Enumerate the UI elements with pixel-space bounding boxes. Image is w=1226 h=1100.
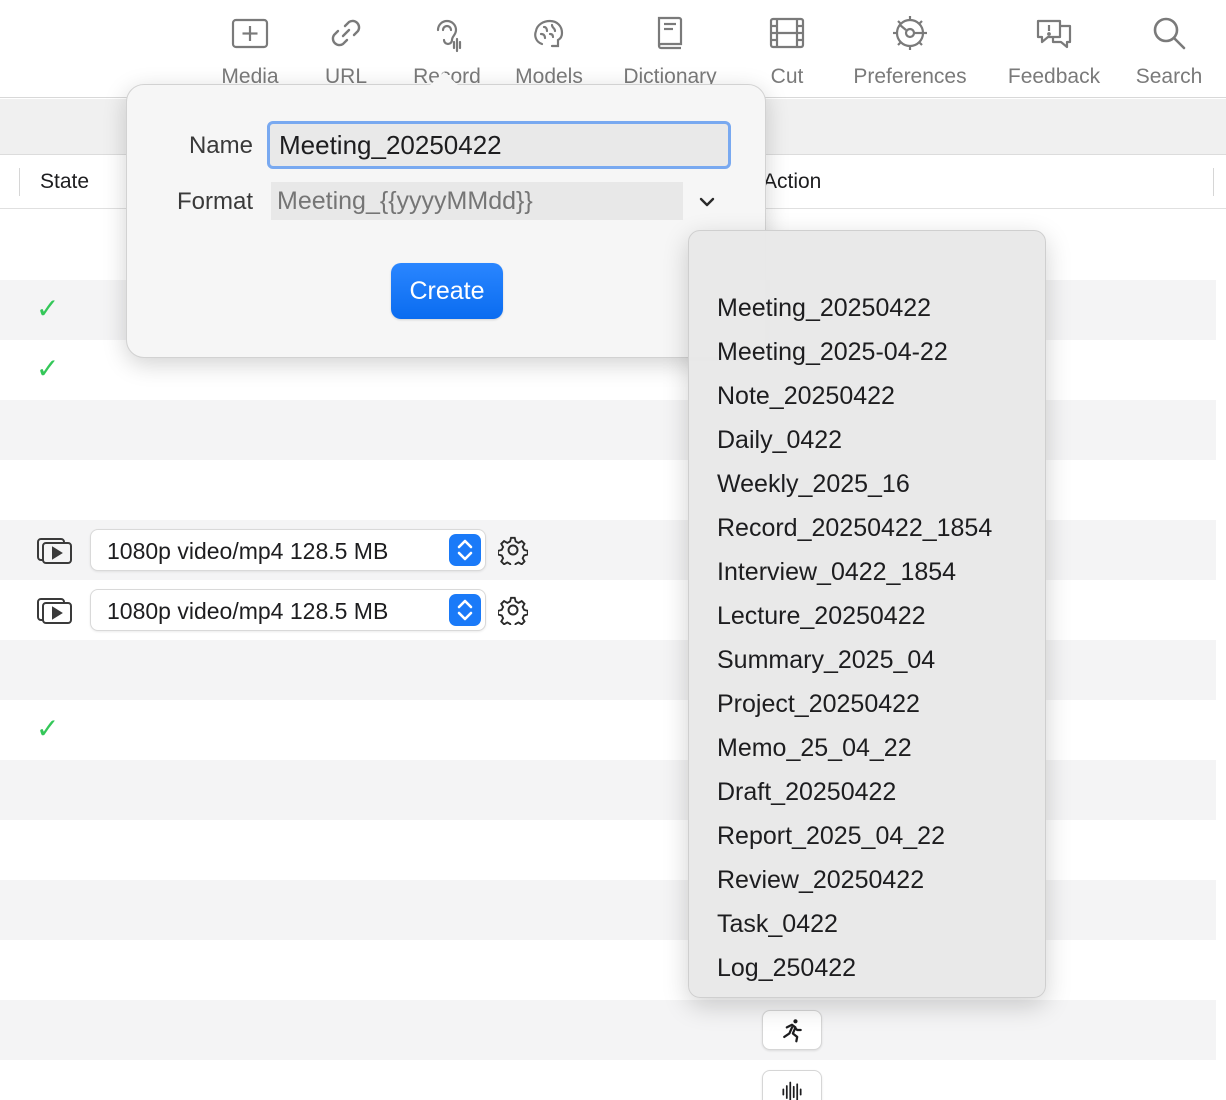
toolbar-label: Feedback — [1007, 65, 1101, 88]
settings-gear-icon[interactable] — [498, 595, 528, 625]
menu-item[interactable]: Daily_0422 — [717, 418, 842, 462]
format-select[interactable]: 1080p video/mp4 128.5 MB — [90, 589, 486, 631]
menu-item[interactable]: Weekly_2025_16 — [717, 462, 910, 506]
format-combobox-input[interactable] — [271, 182, 683, 220]
toolbar-label: Preferences — [853, 65, 967, 88]
create-button[interactable]: Create — [391, 263, 503, 319]
menu-item[interactable]: Task_0422 — [717, 902, 838, 946]
running-figure-icon — [783, 1019, 802, 1043]
waveform-button[interactable] — [762, 1070, 822, 1100]
name-label: Name — [188, 132, 253, 159]
checkmark-icon: ✓ — [36, 353, 60, 384]
link-icon — [331, 19, 361, 47]
stepper-icon[interactable] — [449, 594, 481, 626]
brain-icon — [534, 19, 564, 48]
film-icon — [769, 17, 805, 49]
menu-item[interactable]: Memo_25_04_22 — [717, 726, 912, 770]
gear-icon — [893, 16, 927, 50]
toolbar-item-search[interactable]: Search — [1126, 12, 1212, 92]
menu-item[interactable]: Lecture_20250422 — [717, 594, 926, 638]
add-media-icon — [231, 18, 269, 49]
run-button[interactable] — [762, 1010, 822, 1050]
menu-item[interactable]: Draft_20250422 — [717, 770, 896, 814]
search-icon — [1153, 17, 1186, 50]
table-row[interactable] — [0, 1000, 1216, 1060]
format-dropdown-menu: Meeting_20250422 Meeting_2025-04-22 Note… — [688, 230, 1046, 998]
format-select[interactable]: 1080p video/mp4 128.5 MB — [90, 529, 486, 571]
name-input[interactable] — [267, 121, 731, 169]
chevron-down-icon[interactable] — [697, 192, 717, 212]
toolbar-item-feedback[interactable]: Feedback — [996, 12, 1112, 92]
ear-icon — [436, 19, 462, 53]
menu-item[interactable]: Report_2025_04_22 — [717, 814, 945, 858]
menu-item[interactable]: Log_250422 — [717, 946, 856, 990]
video-file-icon — [37, 538, 72, 564]
waveform-icon — [782, 1081, 802, 1100]
toolbar-item-url[interactable]: URL — [306, 12, 386, 92]
menu-item[interactable]: Record_20250422_1854 — [717, 506, 992, 550]
menu-item[interactable]: Meeting_20250422 — [717, 286, 931, 330]
format-label: Format — [176, 188, 253, 215]
settings-gear-icon[interactable] — [498, 535, 528, 565]
stepper-icon[interactable] — [449, 534, 481, 566]
checkmark-icon: ✓ — [36, 713, 60, 744]
feedback-icon — [1036, 19, 1072, 49]
column-separator — [1213, 168, 1214, 196]
checkmark-icon: ✓ — [36, 293, 60, 324]
toolbar-item-preferences[interactable]: Preferences — [842, 12, 978, 92]
app-window: Media URL Record Models Dictionary Cut P… — [0, 0, 1226, 1100]
column-separator — [19, 168, 20, 196]
menu-item[interactable]: Summary_2025_04 — [717, 638, 935, 682]
menu-item[interactable]: Interview_0422_1854 — [717, 550, 956, 594]
video-file-icon — [37, 598, 72, 624]
format-select-value: 1080p video/mp4 128.5 MB — [107, 538, 389, 564]
menu-item[interactable]: Meeting_2025-04-22 — [717, 330, 948, 374]
table-row[interactable] — [0, 1060, 1216, 1100]
toolbar-label: Search — [1135, 65, 1203, 88]
toolbar-item-media[interactable]: Media — [208, 12, 292, 92]
menu-item[interactable]: Project_20250422 — [717, 682, 920, 726]
toolbar-label: Cut — [770, 65, 804, 88]
popover-arrow — [429, 72, 459, 86]
column-header-state[interactable]: State — [40, 170, 89, 194]
menu-item[interactable]: Note_20250422 — [717, 374, 895, 418]
column-header-action[interactable]: Action — [763, 170, 821, 194]
format-select-value: 1080p video/mp4 128.5 MB — [107, 598, 389, 624]
toolbar-item-dictionary[interactable]: Dictionary — [610, 12, 730, 92]
toolbar-item-models[interactable]: Models — [504, 12, 594, 92]
new-recording-popover: Name Format Create — [126, 84, 766, 358]
toolbar-item-cut[interactable]: Cut — [752, 12, 822, 92]
book-icon — [657, 16, 683, 50]
menu-item[interactable]: Review_20250422 — [717, 858, 924, 902]
